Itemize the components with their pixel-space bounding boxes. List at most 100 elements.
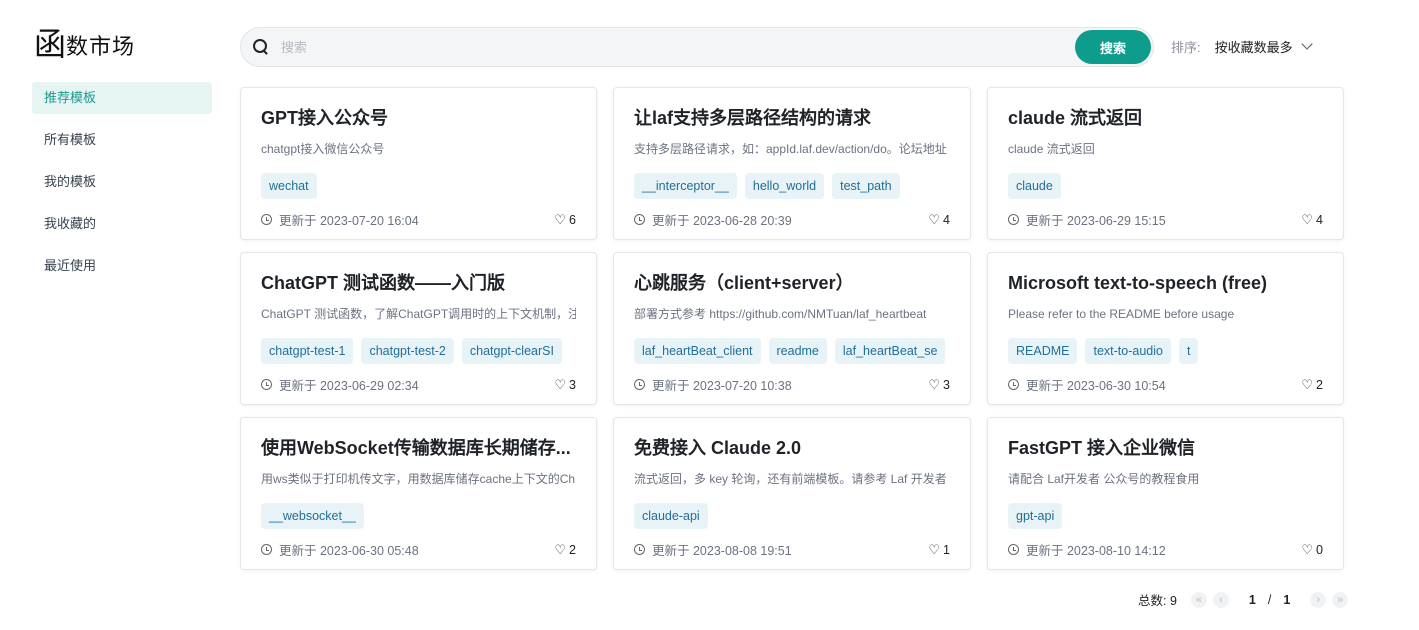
sidebar-item[interactable]: 推荐模板 xyxy=(32,82,212,114)
updated-time: 更新于 2023-08-08 19:51 xyxy=(652,544,792,558)
sidebar-item[interactable]: 最近使用 xyxy=(32,250,212,282)
heart-icon[interactable]: ♡ xyxy=(1301,378,1313,391)
like-button[interactable]: ♡ 4 xyxy=(928,213,950,227)
sidebar-nav: 推荐模板所有模板我的模板我收藏的最近使用 xyxy=(32,82,212,282)
logo-text: 数市场 xyxy=(66,34,136,59)
template-card[interactable]: FastGPT 接入企业微信 请配合 Laf开发者 公众号的教程食用 gpt-api… xyxy=(987,417,1344,570)
first-page-icon[interactable]: « xyxy=(1190,591,1207,608)
tag[interactable]: t xyxy=(1178,338,1199,364)
like-button[interactable]: ♡ 4 xyxy=(1301,213,1323,227)
card-description: 流式返回，多 key 轮询，还有前端模板。请参考 Laf 开发者 xyxy=(634,472,947,486)
heart-icon[interactable]: ♡ xyxy=(928,543,940,556)
tag[interactable]: claude xyxy=(1008,173,1061,199)
card-title[interactable]: claude 流式返回 xyxy=(1008,105,1323,131)
heart-icon[interactable]: ♡ xyxy=(1301,213,1313,226)
tag[interactable]: __websocket__ xyxy=(261,503,364,529)
clock-icon xyxy=(1008,379,1019,390)
template-card[interactable]: 让laf支持多层路径结构的请求支持多层路径请求，如：appId.laf.dev/… xyxy=(613,87,971,240)
template-card[interactable]: 使用WebSocket传输数据库长期储存... 用ws类似于打印机传文字，用数据库… xyxy=(240,417,597,570)
like-count: 2 xyxy=(1316,377,1323,392)
prev-page-icon[interactable]: ‹ xyxy=(1212,591,1229,608)
card-meta: 更新于 2023-07-20 10:38 ♡ 3 xyxy=(634,375,950,394)
card-description: 用ws类似于打印机传文字，用数据库储存cache上下文的Ch xyxy=(261,472,576,486)
sidebar-item[interactable]: 我的模板 xyxy=(32,166,212,198)
tag[interactable]: gpt-api xyxy=(1008,503,1063,529)
card-description: 部署方式参考 https://github.com/NMTuan/laf_hea… xyxy=(634,307,927,321)
like-count: 2 xyxy=(569,542,576,557)
like-button[interactable]: ♡ 3 xyxy=(554,378,576,392)
updated-time: 更新于 2023-08-10 14:12 xyxy=(1026,544,1166,558)
clock-icon xyxy=(261,544,272,555)
tag[interactable]: readme xyxy=(768,338,827,364)
tag[interactable]: claude-api xyxy=(634,503,708,529)
card-title[interactable]: 使用WebSocket传输数据库长期储存... xyxy=(261,435,576,461)
heart-icon[interactable]: ♡ xyxy=(1301,543,1313,556)
card-meta: 更新于 2023-06-30 10:54 ♡ 2 xyxy=(1008,375,1323,394)
tag[interactable]: chatgpt-test-1 xyxy=(261,338,354,364)
chevron-down-icon[interactable] xyxy=(1300,38,1313,50)
heart-icon[interactable]: ♡ xyxy=(554,378,566,391)
like-count: 3 xyxy=(569,377,576,392)
tag[interactable]: __interceptor__ xyxy=(634,173,737,199)
card-description: chatgpt接入微信公众号 xyxy=(261,142,385,156)
card-title[interactable]: Microsoft text-to-speech (free) xyxy=(1008,270,1323,296)
updated-time: 更新于 2023-06-28 20:39 xyxy=(652,214,792,228)
card-meta: 更新于 2023-06-28 20:39 ♡ 4 xyxy=(634,210,950,229)
like-button[interactable]: ♡ 6 xyxy=(554,213,576,227)
heart-icon[interactable]: ♡ xyxy=(928,378,940,391)
search-button[interactable]: 搜索 xyxy=(1075,30,1151,64)
heart-icon[interactable]: ♡ xyxy=(928,213,940,226)
card-title[interactable]: 让laf支持多层路径结构的请求 xyxy=(634,105,950,131)
sidebar-item[interactable]: 所有模板 xyxy=(32,124,212,156)
search-input[interactable] xyxy=(281,39,1075,55)
clock-icon xyxy=(261,214,272,225)
tag[interactable]: hello_world xyxy=(744,173,825,199)
card-title[interactable]: 免费接入 Claude 2.0 xyxy=(634,435,950,461)
card-title[interactable]: ChatGPT 测试函数——入门版 xyxy=(261,270,576,296)
card-title[interactable]: FastGPT 接入企业微信 xyxy=(1008,435,1323,461)
current-page: 1 xyxy=(1248,592,1256,607)
next-page-icon[interactable]: › xyxy=(1310,591,1327,608)
tag[interactable]: laf_heartBeat_client xyxy=(634,338,761,364)
like-button[interactable]: ♡ 0 xyxy=(1301,543,1323,557)
sort-dropdown[interactable]: 排序: 按收藏数最多 xyxy=(1171,37,1313,56)
template-card[interactable]: ChatGPT 测试函数——入门版 ChatGPT 测试函数，了解ChatGPT调… xyxy=(240,252,597,405)
template-card[interactable]: Microsoft text-to-speech (free) Please re… xyxy=(987,252,1344,405)
template-card[interactable]: 免费接入 Claude 2.0 流式返回，多 key 轮询，还有前端模板。请参考 … xyxy=(613,417,971,570)
clock-icon xyxy=(634,214,645,225)
sort-value[interactable]: 按收藏数最多 xyxy=(1215,37,1293,56)
card-description: 支持多层路径请求，如：appId.laf.dev/action/do。论坛地址 xyxy=(634,142,947,156)
template-card[interactable]: 心跳服务（client+server） 部署方式参考 https://github… xyxy=(613,252,971,405)
sidebar: 函 数市场 推荐模板 所有模板 我的模板 我收藏的 最近使用 xyxy=(32,24,212,292)
like-count: 6 xyxy=(569,212,576,227)
card-meta: 更新于 2023-08-10 14:12 ♡ 0 xyxy=(1008,540,1323,559)
tag[interactable]: chatgpt-clearSI xyxy=(461,338,562,364)
template-card[interactable]: GPT接入公众号 chatgpt接入微信公众号 wechat 更新于 2023-07-… xyxy=(240,87,597,240)
tag-list: README text-to-audio t xyxy=(1008,338,1323,364)
last-page-icon[interactable]: » xyxy=(1332,591,1349,608)
template-card[interactable]: claude 流式返回 claude 流式返回 claude 更新于 2023-06-… xyxy=(987,87,1344,240)
tag-list: claude-api xyxy=(634,503,950,529)
tag-list: __websocket__ xyxy=(261,503,576,529)
sidebar-item[interactable]: 我收藏的 xyxy=(32,208,212,240)
card-title[interactable]: GPT接入公众号 xyxy=(261,105,576,131)
like-button[interactable]: ♡ 2 xyxy=(554,543,576,557)
tag[interactable]: README xyxy=(1008,338,1078,364)
like-button[interactable]: ♡ 2 xyxy=(1301,378,1323,392)
tag[interactable]: test_path xyxy=(832,173,900,199)
card-meta: 更新于 2023-08-08 19:51 ♡ 1 xyxy=(634,540,950,559)
heart-icon[interactable]: ♡ xyxy=(554,543,566,556)
tag[interactable]: wechat xyxy=(261,173,317,199)
heart-icon[interactable]: ♡ xyxy=(554,213,566,226)
like-button[interactable]: ♡ 1 xyxy=(928,543,950,557)
tag[interactable]: laf_heartBeat_se xyxy=(834,338,946,364)
tag[interactable]: text-to-audio xyxy=(1085,338,1171,364)
tag[interactable]: chatgpt-test-2 xyxy=(361,338,454,364)
like-button[interactable]: ♡ 3 xyxy=(928,378,950,392)
total-pages: 1 xyxy=(1283,592,1291,607)
tag-list: gpt-api xyxy=(1008,503,1323,529)
tag-list: claude xyxy=(1008,173,1323,199)
card-title[interactable]: 心跳服务（client+server） xyxy=(634,270,950,296)
like-count: 4 xyxy=(943,212,950,227)
card-description: claude 流式返回 xyxy=(1008,142,1095,156)
